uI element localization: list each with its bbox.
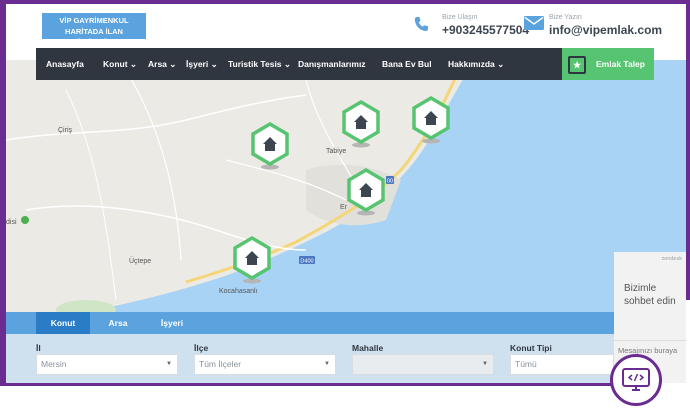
chevron-down-icon: ⌄ xyxy=(497,59,505,69)
konut-tipi-label: Konut Tipi xyxy=(510,343,552,353)
chevron-down-icon: ⌄ xyxy=(169,59,177,69)
nav-turistik-tesis[interactable]: Turistik Tesis ⌄ xyxy=(228,48,291,80)
email-label: Bize Yazın xyxy=(549,14,582,21)
search-form: İl Mersin ▼ İlçe Tüm İlçeler ▼ Mahalle ▼ K… xyxy=(6,334,614,383)
place-label: Er xyxy=(340,204,348,211)
place-label: Çiriş xyxy=(58,127,72,134)
il-label: İl xyxy=(36,343,41,353)
tab-konut[interactable]: Konut xyxy=(36,312,90,334)
mail-icon xyxy=(524,16,544,35)
chevron-down-icon: ⌄ xyxy=(210,59,218,69)
nav-isyeri[interactable]: İşyeri ⌄ xyxy=(186,48,218,80)
place-label: disi xyxy=(6,219,17,226)
main-nav: Anasayfa Konut ⌄ Arsa ⌄ İşyeri ⌄ Turisti… xyxy=(36,48,654,80)
cta-label: Emlak Talep xyxy=(596,59,645,69)
phone-contact[interactable]: Bize Ulaşın +903245577504 xyxy=(414,12,529,42)
search-tabs: Konut Arsa İşyeri xyxy=(6,312,614,334)
ilce-label: İlçe xyxy=(194,343,209,353)
embed-badge[interactable] xyxy=(610,354,662,406)
logo-line2: HARİTADA İLAN GÖRÜNTÜLE xyxy=(65,27,123,47)
email-contact[interactable]: Bize Yazın info@vipemlak.com xyxy=(524,12,662,42)
caret-down-icon: ▼ xyxy=(482,361,488,367)
mahalle-select[interactable]: ▼ xyxy=(352,354,494,375)
ilce-select[interactable]: Tüm İlçeler ▼ xyxy=(194,354,336,375)
tab-arsa[interactable]: Arsa xyxy=(98,312,138,334)
chevron-down-icon: ⌄ xyxy=(283,59,292,69)
monitor-code-icon xyxy=(622,368,650,391)
phone-number[interactable]: +903245577504 xyxy=(442,23,529,37)
nav-arsa[interactable]: Arsa ⌄ xyxy=(148,48,176,80)
star-icon: ★ xyxy=(568,56,586,74)
caret-down-icon: ▼ xyxy=(324,361,330,367)
chat-brand: zendesk xyxy=(661,256,683,262)
site-header: VİP GAYRİMENKUL HARİTADA İLAN GÖRÜNTÜLE … xyxy=(6,4,686,48)
emlak-talep-button[interactable]: ★ Emlak Talep xyxy=(562,48,654,80)
property-map[interactable]: D400 00 Çiriş Tabiye Er disi Üçtepe Koca… xyxy=(6,60,686,320)
nav-danismanlar[interactable]: Danışmanlarımız xyxy=(298,48,366,80)
road-label: 00 xyxy=(387,179,393,185)
tab-isyeri[interactable]: İşyeri xyxy=(150,312,194,334)
logo-line1: VİP GAYRİMENKUL xyxy=(59,16,129,25)
mahalle-label: Mahalle xyxy=(352,343,384,353)
site-logo[interactable]: VİP GAYRİMENKUL HARİTADA İLAN GÖRÜNTÜLE xyxy=(42,13,146,47)
il-select[interactable]: Mersin ▼ xyxy=(36,354,178,375)
place-label: Kocahasanlı xyxy=(219,288,258,295)
nav-hakkimizda[interactable]: Hakkımızda ⌄ xyxy=(448,48,504,80)
frame-bottom-area xyxy=(0,383,690,417)
caret-down-icon: ▼ xyxy=(166,361,172,367)
frame-bottom-line xyxy=(0,383,620,386)
nav-bana-ev-bul[interactable]: Bana Ev Bul xyxy=(382,48,432,80)
poi-pin-icon[interactable] xyxy=(21,216,29,224)
place-label: Tabiye xyxy=(326,148,346,155)
nav-home[interactable]: Anasayfa xyxy=(46,48,84,80)
place-label: Üçtepe xyxy=(129,257,151,265)
chevron-down-icon: ⌄ xyxy=(129,59,138,69)
chat-title: Bizimle sohbet edin xyxy=(624,283,676,307)
road-label: D400 xyxy=(300,259,313,265)
nav-konut[interactable]: Konut ⌄ xyxy=(103,48,137,80)
email-address[interactable]: info@vipemlak.com xyxy=(549,23,662,37)
map-canvas[interactable]: D400 00 Çiriş Tabiye Er disi Üçtepe Koca… xyxy=(6,60,686,320)
phone-label: Bize Ulaşın xyxy=(442,14,478,21)
frame-right xyxy=(686,0,690,300)
phone-icon xyxy=(414,16,428,37)
konut-tipi-select[interactable]: Tümü xyxy=(510,354,614,375)
